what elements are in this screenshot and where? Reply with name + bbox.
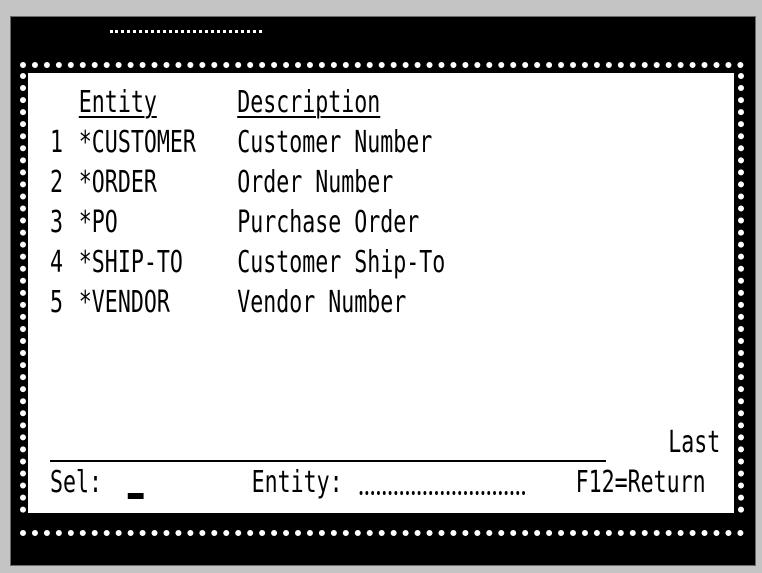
window-border-top [20,62,744,68]
page-status-indicator: Last [667,425,720,460]
row-description: Order Number [237,165,394,200]
row-number: 3 [50,205,64,240]
row-description: Vendor Number [237,285,407,320]
entity-label: Entity: [251,465,343,500]
row-description: Customer Number [237,125,433,160]
description-column-header: Description [237,85,381,120]
row-entity: *VENDOR [78,285,170,320]
row-entity: *CUSTOMER [78,125,196,160]
row-number: 5 [50,285,64,320]
sel-input[interactable] [127,493,144,499]
row-number: 4 [50,245,64,280]
footer-bar: Sel: Entity: F12=Return [50,463,734,503]
row-number: 1 [50,125,64,160]
row-description: Customer Ship-To [237,245,446,280]
f12-return-key[interactable]: F12=Return [576,463,706,503]
window-border-right [738,73,744,513]
row-entity: *PO [78,205,118,240]
entity-input[interactable] [359,491,526,495]
entity-list-panel: Entity Description 1 *CUSTOMER Customer … [28,73,734,513]
row-entity: *ORDER [78,165,157,200]
window-border-bottom [20,530,744,536]
entity-column-header: Entity [78,85,157,120]
footer-separator [50,460,606,462]
row-description: Purchase Order [237,205,420,240]
top-input-underline [110,30,262,33]
sel-label: Sel: [50,465,103,500]
row-entity: *SHIP-TO [78,245,183,280]
window-border-left [20,73,26,513]
row-number: 2 [50,165,64,200]
